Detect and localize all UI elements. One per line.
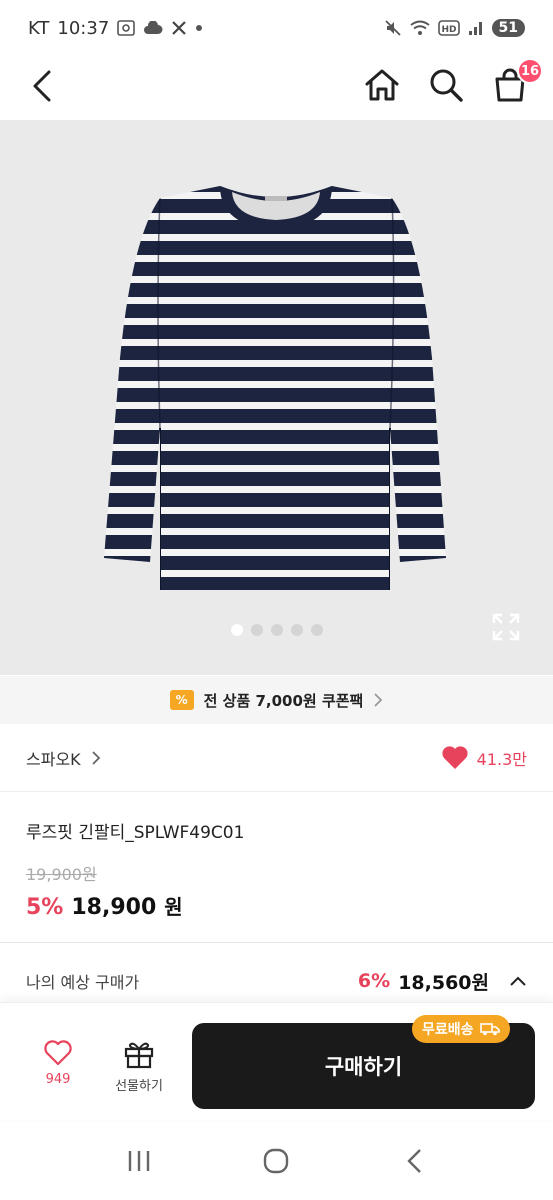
free-shipping-label: 무료배송 [422,1022,474,1038]
carrier-label: KT [28,17,50,39]
status-right: HD 51 [384,19,525,37]
search-button[interactable] [425,64,467,106]
product-title: 루즈핏 긴팔티_SPLWF49C01 [26,823,245,843]
home-nav-button[interactable] [246,1141,306,1181]
status-left: KT 10:37 [28,18,203,39]
free-shipping-badge: 무료배송 [412,1015,510,1043]
discount-rate: 5% [26,895,64,920]
recents-icon [128,1151,150,1171]
screenshot-icon [117,20,136,36]
like-count: 41.3만 [476,749,527,769]
original-price: 19,900원 [26,865,97,884]
chevron-right-icon [374,693,383,707]
price-row: 5% 18,900 원 [26,891,527,920]
x-app-icon [171,20,187,36]
section-divider [0,942,553,943]
wishlist-button[interactable]: 949 [28,1039,88,1087]
gift-label: 선물하기 [115,1079,163,1094]
pagination-dot[interactable] [230,624,243,636]
product-info: 루즈핏 긴팔티_SPLWF49C01 19,900원 5% 18,900 원 [0,796,553,920]
price-unit: 원 [164,895,183,919]
cart-button[interactable]: 16 [489,58,543,106]
back-nav-button[interactable] [384,1141,444,1181]
chevron-left-icon [33,70,51,102]
like-button[interactable]: 41.3만 [441,745,527,770]
expected-price-label: 나의 예상 구매가 [26,973,140,992]
signal-icon [468,20,484,36]
pagination-dot[interactable] [250,624,263,636]
purchase-action-bar: 949 선물하기 구매하기 무료배송 [0,1002,553,1120]
sale-price: 18,900 [71,895,157,920]
expected-price-toggle[interactable]: 6% 18,560원 [358,968,527,995]
home-icon [365,69,399,101]
svg-text:HD: HD [441,25,456,35]
expected-discount-rate: 6% [357,970,391,992]
coupon-text: 전 상품 7,000원 쿠폰팩 [203,691,364,710]
notification-dot-icon [195,24,203,32]
app-header: 16 [0,56,553,118]
product-image [104,186,446,590]
product-image-gallery[interactable] [0,120,553,675]
heart-outline-icon [44,1040,72,1066]
expected-price-row: 나의 예상 구매가 6% 18,560원 [0,956,553,1006]
home-circle-icon [264,1148,289,1174]
heart-filled-icon [442,746,468,769]
wishlist-count: 949 [45,1072,71,1087]
expected-price-value: 18,560원 [398,971,489,994]
hd-icon: HD [437,20,460,36]
status-bar: KT 10:37 HD 51 [0,0,553,56]
cart-count-badge: 16 [517,58,543,84]
brand-row: 스파오K 41.3만 [0,724,553,792]
truck-icon [479,1023,500,1036]
home-button[interactable] [361,64,403,106]
pagination-dot[interactable] [270,624,283,636]
gift-button[interactable]: 선물하기 [104,1039,174,1094]
expand-icon [492,613,520,641]
search-icon [430,69,463,102]
brand-link[interactable]: 스파오K [26,746,81,770]
mute-icon [384,19,402,37]
system-nav-bar [0,1122,553,1200]
coupon-icon: % [169,690,194,710]
gift-icon [124,1042,154,1069]
header-actions: 16 [361,58,543,106]
fullscreen-button[interactable] [491,612,521,642]
battery-indicator: 51 [491,19,525,37]
back-arrow-icon [407,1149,421,1173]
coupon-banner[interactable]: % 전 상품 7,000원 쿠폰팩 [0,676,553,724]
clock: 10:37 [57,17,110,39]
recents-button[interactable] [109,1141,169,1181]
wifi-icon [409,20,430,36]
chevron-right-icon [92,750,100,765]
pagination-dot[interactable] [310,624,323,636]
product-detail-screen: KT 10:37 HD 51 16 % 전 상품 7,000원 쿠폰팩 스파오K… [0,0,553,1200]
back-button[interactable] [22,66,62,106]
pagination-dot[interactable] [290,624,303,636]
cloud-icon [143,21,163,35]
image-pagination [0,624,553,636]
chevron-up-icon [510,976,526,986]
